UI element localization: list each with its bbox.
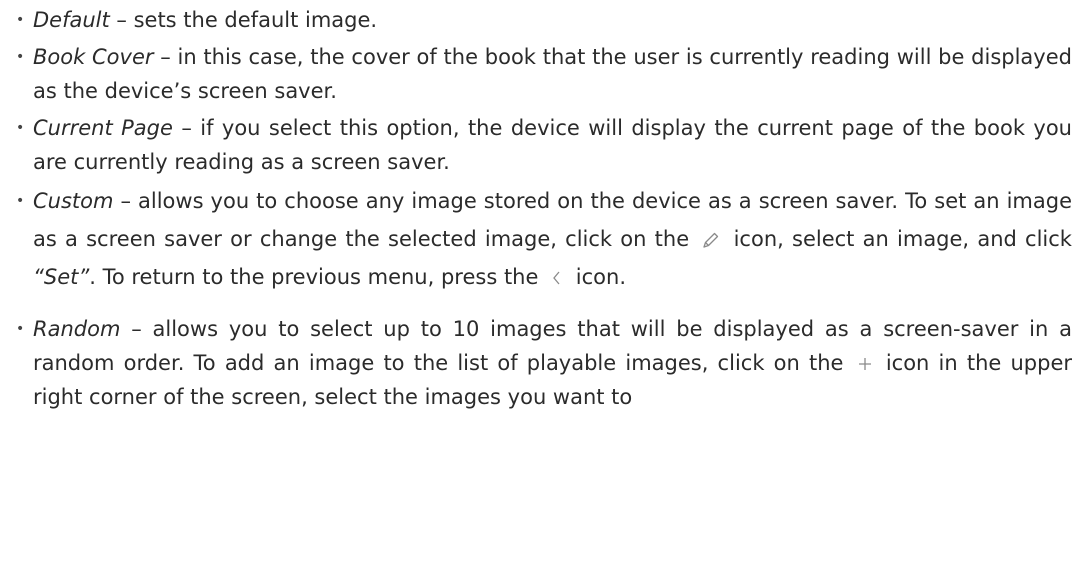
- description-current-page: – if you select this option, the device …: [33, 116, 1072, 174]
- pencil-icon: [701, 230, 721, 250]
- description-custom-d: icon.: [569, 265, 626, 289]
- bullet: •: [16, 120, 25, 136]
- document-body: • Default – sets the default image. • Book…: [0, 0, 1090, 414]
- description-custom-c: . To return to the previous menu, press …: [89, 265, 539, 289]
- bullet: •: [16, 193, 25, 209]
- list-item-current-page: • Current Page – if you select this optio…: [16, 111, 1072, 179]
- description-custom-b: icon, select an image, and click: [733, 227, 1072, 251]
- plus-icon: [857, 356, 873, 372]
- term-random: Random: [33, 317, 121, 341]
- list-item-book-cover: • Book Cover – in this case, the cover of…: [16, 40, 1072, 108]
- chevron-left-icon: [549, 268, 565, 288]
- bullet: •: [16, 321, 25, 337]
- bullet: •: [16, 49, 25, 65]
- term-default: Default: [33, 8, 110, 32]
- description-default: – sets the default image.: [109, 8, 378, 32]
- term-current-page: Current Page: [33, 116, 173, 140]
- list-item-custom: • Custom – allows you to choose any image…: [16, 182, 1072, 296]
- term-custom: Custom: [33, 189, 114, 213]
- description-book-cover: – in this case, the cover of the book th…: [33, 45, 1072, 103]
- term-book-cover: Book Cover: [33, 45, 154, 69]
- list-item-default: • Default – sets the default image.: [16, 3, 1072, 37]
- set-label: “Set”: [33, 265, 90, 289]
- list-item-random: • Random – allows you to select up to 10 …: [16, 312, 1072, 414]
- bullet: •: [16, 12, 25, 28]
